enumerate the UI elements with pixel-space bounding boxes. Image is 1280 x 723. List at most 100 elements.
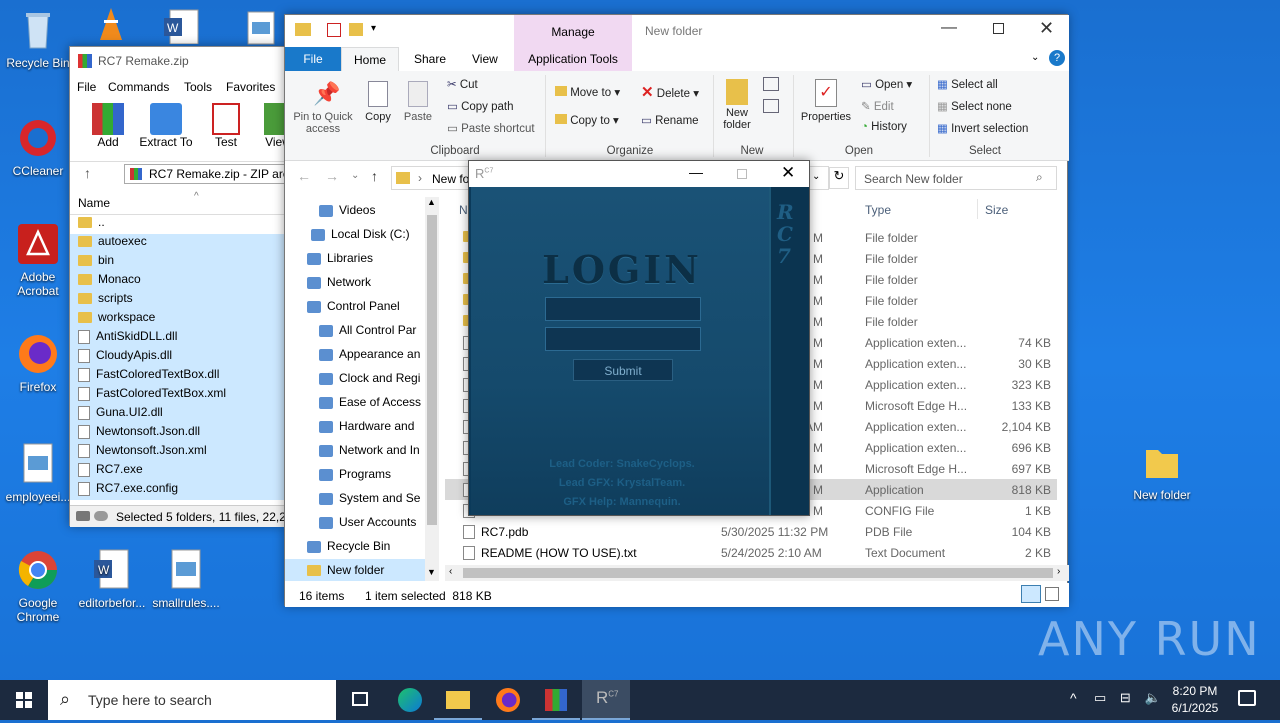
select-none-button[interactable]: ▦ Select none: [937, 99, 1012, 113]
desktop-icon-employee[interactable]: employeei...: [0, 442, 76, 504]
submit-button[interactable]: Submit: [573, 359, 673, 381]
qat-folder-icon[interactable]: [349, 23, 363, 36]
qat-properties-icon[interactable]: [327, 23, 341, 37]
notification-button[interactable]: [1238, 690, 1256, 706]
archive-list-item[interactable]: CloudyApis.dll: [70, 348, 286, 367]
hscroll-thumb[interactable]: [463, 568, 1053, 578]
tab-file[interactable]: File: [285, 47, 341, 71]
file-row[interactable]: RC7.pdb 5/30/2025 11:32 PM PDB File 104 KB: [445, 521, 1057, 542]
firefox-taskbar-button[interactable]: [484, 680, 532, 720]
column-name[interactable]: N: [459, 203, 468, 217]
paste-shortcut-button[interactable]: ▭ Paste shortcut: [447, 121, 535, 135]
task-view-button[interactable]: [336, 680, 384, 720]
column-name-header[interactable]: Name ^: [70, 191, 286, 215]
nav-item[interactable]: User Accounts: [285, 511, 425, 535]
back-arrow-icon[interactable]: ←: [297, 168, 311, 184]
nav-item[interactable]: Videos: [285, 199, 425, 223]
nav-item[interactable]: Ease of Access: [285, 391, 425, 415]
tray-chevron-icon[interactable]: ^: [1070, 690, 1077, 706]
easy-access-icon[interactable]: [763, 99, 779, 113]
extract-button[interactable]: Extract To: [138, 103, 194, 149]
delete-button[interactable]: ✕ Delete ▾: [641, 83, 699, 101]
forward-arrow-icon[interactable]: →: [325, 168, 339, 184]
help-icon[interactable]: ?: [1049, 50, 1065, 66]
nav-item[interactable]: Libraries: [285, 247, 425, 271]
desktop-icon-firefox[interactable]: Firefox: [0, 332, 76, 394]
refresh-icon[interactable]: ↻: [829, 167, 849, 189]
rc7-taskbar-button[interactable]: RC7: [582, 680, 630, 720]
menu-favorites[interactable]: Favorites: [226, 80, 275, 94]
archive-list-item[interactable]: FastColoredTextBox.xml: [70, 386, 286, 405]
scroll-right-icon[interactable]: ›: [1057, 566, 1060, 577]
move-to-button[interactable]: Move to ▾: [555, 85, 620, 99]
menu-commands[interactable]: Commands: [108, 80, 169, 94]
tab-home[interactable]: Home: [341, 47, 399, 72]
explorer-taskbar-button[interactable]: [434, 680, 482, 720]
archive-list-item[interactable]: ..: [70, 215, 286, 234]
up-arrow-icon[interactable]: ↑: [371, 168, 378, 184]
copy-to-button[interactable]: Copy to ▾: [555, 113, 619, 127]
nav-item[interactable]: Network and In: [285, 439, 425, 463]
archive-list-item[interactable]: workspace: [70, 310, 286, 329]
archive-list-item[interactable]: Guna.UI2.dll: [70, 405, 286, 424]
tab-view[interactable]: View: [472, 52, 498, 66]
qat-dropdown-icon[interactable]: ▾: [371, 23, 376, 34]
nav-item[interactable]: Control Panel: [285, 295, 425, 319]
nav-item[interactable]: System and Se: [285, 487, 425, 511]
horizontal-scrollbar[interactable]: ‹ ›: [445, 565, 1069, 581]
menu-tools[interactable]: Tools: [184, 80, 212, 94]
username-input[interactable]: [545, 297, 701, 321]
path-box[interactable]: RC7 Remake.zip - ZIP arch: [124, 164, 294, 184]
copy-button[interactable]: Copy: [361, 81, 395, 123]
copy-path-button[interactable]: ▭ Copy path: [447, 99, 514, 113]
archive-list-item[interactable]: AntiSkidDLL.dll: [70, 329, 286, 348]
scroll-up-icon[interactable]: ▲: [427, 197, 436, 207]
archive-list-item[interactable]: RC7.exe.config: [70, 481, 286, 500]
volume-icon[interactable]: 🔈: [1144, 690, 1160, 705]
vlc-icon[interactable]: [96, 6, 126, 42]
scroll-down-icon[interactable]: ▼: [427, 567, 436, 577]
menu-file[interactable]: File: [77, 80, 96, 94]
new-folder-button[interactable]: New folder: [717, 79, 757, 131]
edit-button[interactable]: ✎ Edit: [861, 99, 894, 113]
scroll-left-icon[interactable]: ‹: [449, 566, 452, 577]
archive-list-item[interactable]: Newtonsoft.Json.xml: [70, 443, 286, 462]
desktop-icon-chrome[interactable]: Google Chrome: [0, 548, 76, 624]
test-button[interactable]: Test: [204, 103, 248, 149]
clock[interactable]: 8:20 PM 6/1/2025: [1164, 683, 1226, 717]
nav-item[interactable]: Network: [285, 271, 425, 295]
archive-list-item[interactable]: Newtonsoft.Json.dll: [70, 424, 286, 443]
maximize-button[interactable]: [737, 169, 747, 179]
address-dropdown-icon[interactable]: ⌄: [812, 171, 820, 182]
taskbar-search[interactable]: ⌕ Type here to search: [48, 680, 336, 720]
desktop-icon-recycle-bin[interactable]: Recycle Bin: [0, 8, 76, 70]
minimize-button[interactable]: —: [941, 19, 957, 37]
desktop-icon-new-folder[interactable]: New folder: [1124, 440, 1200, 502]
nav-item[interactable]: All Control Par: [285, 319, 425, 343]
file-row[interactable]: README (HOW TO USE).txt 5/24/2025 2:10 AM…: [445, 542, 1057, 563]
close-button[interactable]: ✕: [781, 163, 795, 183]
tab-share[interactable]: Share: [414, 52, 446, 66]
column-size[interactable]: Size: [985, 203, 1008, 217]
minimize-button[interactable]: —: [689, 164, 703, 180]
search-box[interactable]: Search New folder ⌕: [855, 166, 1057, 190]
desktop-icon-ccleaner[interactable]: CCleaner: [0, 116, 76, 178]
open-button[interactable]: ▭ Open ▾: [861, 77, 912, 91]
archive-list-item[interactable]: scripts: [70, 291, 286, 310]
maximize-button[interactable]: [993, 23, 1004, 34]
archive-list-item[interactable]: autoexec: [70, 234, 286, 253]
pin-quick-access-button[interactable]: 📌 Pin to Quick access: [289, 81, 357, 135]
paste-button[interactable]: Paste: [401, 81, 435, 123]
rename-button[interactable]: ▭ Rename: [641, 113, 699, 127]
nav-item[interactable]: Clock and Regi: [285, 367, 425, 391]
image-icon[interactable]: [246, 10, 276, 46]
archive-list-item[interactable]: bin: [70, 253, 286, 272]
password-input[interactable]: [545, 327, 701, 351]
column-type[interactable]: Type: [865, 203, 891, 217]
archive-list-item[interactable]: RC7.exe: [70, 462, 286, 481]
add-button[interactable]: Add: [84, 103, 132, 149]
properties-button[interactable]: ✓ Properties: [799, 79, 853, 123]
ribbon-collapse-icon[interactable]: ⌄: [1031, 52, 1039, 63]
select-all-button[interactable]: ▦ Select all: [937, 77, 998, 91]
new-item-icon[interactable]: [763, 77, 779, 91]
